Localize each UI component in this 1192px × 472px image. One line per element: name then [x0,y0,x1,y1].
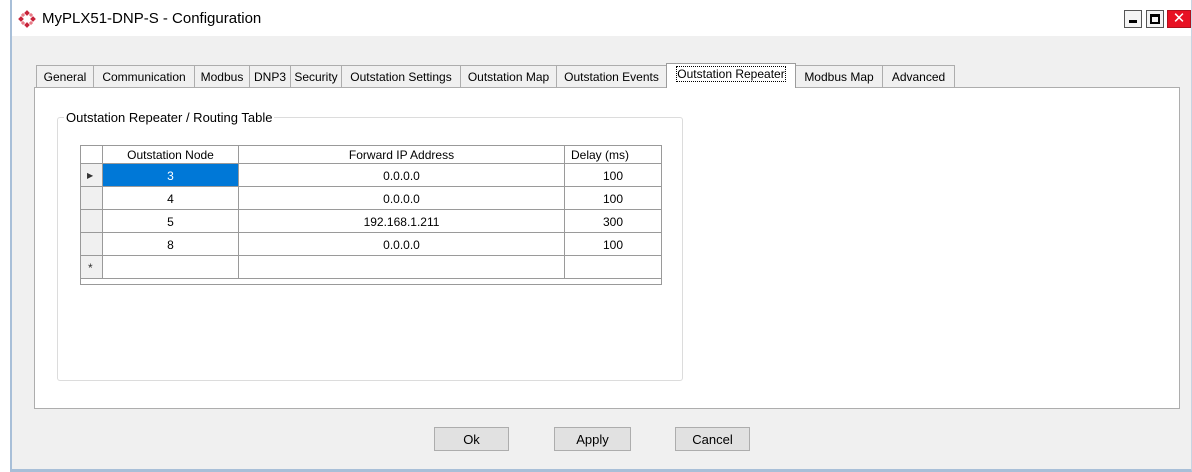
cancel-button[interactable]: Cancel [675,427,750,451]
app-logo-icon [18,10,36,28]
tab-advanced[interactable]: Advanced [882,65,955,87]
routing-table-group: Outstation Repeater / Routing Table Outs… [57,110,683,381]
grid-corner-header[interactable] [81,146,103,164]
cell-delay[interactable] [565,256,662,279]
cell-delay[interactable]: 300 [565,210,662,233]
tab-general[interactable]: General [36,65,94,87]
configuration-window: MyPLX51-DNP-S - Configuration ✕ General … [10,0,1192,472]
minimize-button[interactable] [1124,10,1142,28]
cell-outstation-node[interactable]: 5 [103,210,239,233]
column-header-delay[interactable]: Delay (ms) [565,146,662,164]
tab-modbus[interactable]: Modbus [194,65,250,87]
cell-forward-ip[interactable]: 0.0.0.0 [239,233,565,256]
new-row[interactable]: * [81,256,662,279]
row-header[interactable]: ▶ [81,164,103,187]
cell-outstation-node[interactable]: 8 [103,233,239,256]
table-row[interactable]: 4 0.0.0.0 100 [81,187,662,210]
table-row[interactable]: 8 0.0.0.0 100 [81,233,662,256]
apply-button[interactable]: Apply [554,427,631,451]
tab-communication[interactable]: Communication [93,65,195,87]
outstation-repeater-panel: Outstation Repeater / Routing Table Outs… [34,87,1180,409]
tab-modbus-map[interactable]: Modbus Map [795,65,883,87]
cell-outstation-node[interactable]: 4 [103,187,239,210]
close-icon: ✕ [1172,10,1186,27]
window-title: MyPLX51-DNP-S - Configuration [42,10,262,27]
table-row[interactable]: 5 192.168.1.211 300 [81,210,662,233]
maximize-icon [1150,14,1160,24]
new-row-asterisk-icon: * [88,261,93,275]
cell-forward-ip[interactable]: 0.0.0.0 [239,164,565,187]
table-row[interactable]: ▶ 3 0.0.0.0 100 [81,164,662,187]
routing-table-grid[interactable]: Outstation Node Forward IP Address Delay… [80,145,662,285]
ok-button[interactable]: Ok [434,427,509,451]
tab-outstation-events[interactable]: Outstation Events [556,65,667,87]
cell-delay[interactable]: 100 [565,233,662,256]
cell-delay[interactable]: 100 [565,164,662,187]
cell-delay[interactable]: 100 [565,187,662,210]
current-row-arrow-icon: ▶ [87,171,94,180]
tab-outstation-repeater[interactable]: Outstation Repeater [666,63,796,88]
close-button[interactable]: ✕ [1167,10,1191,28]
tab-outstation-settings[interactable]: Outstation Settings [341,65,461,87]
tab-security[interactable]: Security [290,65,342,87]
row-header[interactable] [81,210,103,233]
tab-dnp3[interactable]: DNP3 [249,65,291,87]
column-header-outstation-node[interactable]: Outstation Node [103,146,239,164]
column-header-forward-ip[interactable]: Forward IP Address [239,146,565,164]
cell-outstation-node[interactable] [103,256,239,279]
minimize-icon [1129,20,1137,23]
cell-outstation-node[interactable]: 3 [103,164,239,187]
maximize-button[interactable] [1146,10,1164,28]
tab-outstation-map[interactable]: Outstation Map [460,65,557,87]
group-title: Outstation Repeater / Routing Table [64,110,275,125]
cell-forward-ip[interactable] [239,256,565,279]
cell-forward-ip[interactable]: 192.168.1.211 [239,210,565,233]
cell-forward-ip[interactable]: 0.0.0.0 [239,187,565,210]
title-bar[interactable]: MyPLX51-DNP-S - Configuration ✕ [12,0,1191,36]
row-header[interactable]: * [81,256,103,279]
row-header[interactable] [81,233,103,256]
row-header[interactable] [81,187,103,210]
